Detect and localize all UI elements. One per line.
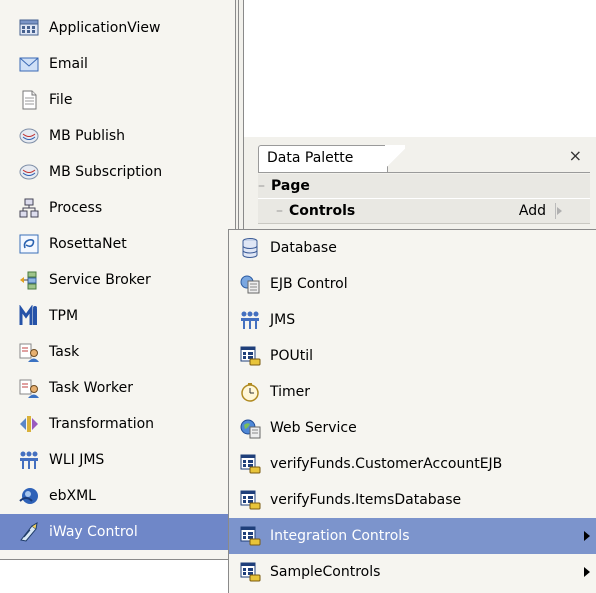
control-icon <box>239 561 261 583</box>
tab-notch <box>385 145 405 173</box>
submenu-arrow-icon <box>584 567 590 577</box>
menu-item-label: verifyFunds.CustomerAccountEJB <box>270 456 503 472</box>
tree-collapse-icon: – <box>258 178 265 194</box>
tree-node-page[interactable]: – Page <box>258 174 590 198</box>
menu-item-mb-subscription[interactable]: MB Subscription <box>0 154 235 190</box>
menu-item-label: POUtil <box>270 348 313 364</box>
database-icon <box>239 237 261 259</box>
web-service-icon <box>239 417 261 439</box>
add-separator <box>555 203 556 219</box>
menu-item-tpm[interactable]: TPM <box>0 298 235 334</box>
menu-item-task[interactable]: Task <box>0 334 235 370</box>
tab-data-palette[interactable]: Data Palette <box>258 145 388 172</box>
process-icon <box>18 197 40 219</box>
menu-item-label: MB Subscription <box>49 164 163 180</box>
menu-item-web-service[interactable]: Web Service <box>229 410 596 446</box>
menu-item-label: MB Publish <box>49 128 126 144</box>
task-worker-icon <box>18 377 40 399</box>
menu-item-ebxml[interactable]: ebXML <box>0 478 235 514</box>
menu-item-label: WLI JMS <box>49 452 105 468</box>
menu-item-integration-controls[interactable]: Integration Controls <box>229 518 596 554</box>
menu-item-label: TPM <box>49 308 79 324</box>
menu-item-label: Process <box>49 200 103 216</box>
menu-item-label: ebXML <box>49 488 96 504</box>
menu-item-label: Integration Controls <box>270 528 410 544</box>
rosettanet-icon <box>18 233 40 255</box>
control-icon <box>239 489 261 511</box>
menu-item-label: Email <box>49 56 88 72</box>
jms-icon <box>239 309 261 331</box>
menu-item-items-database[interactable]: verifyFunds.ItemsDatabase <box>229 482 596 518</box>
menu-item-label: Task Worker <box>49 380 133 396</box>
mb-publish-icon <box>18 125 40 147</box>
data-palette-panel: Data Palette × – Page – Controls Add <box>244 137 596 229</box>
menu-item-poutil[interactable]: POUtil <box>229 338 596 374</box>
wli-jms-icon <box>18 449 40 471</box>
tree-collapse-icon: – <box>276 203 283 219</box>
iway-control-icon <box>18 521 40 543</box>
menu-item-customer-account-ejb[interactable]: verifyFunds.CustomerAccountEJB <box>229 446 596 482</box>
menu-item-label: Web Service <box>270 420 357 436</box>
menu-item-label: Task <box>49 344 80 360</box>
menu-item-iway-control[interactable]: iWay Control <box>0 514 235 550</box>
menu-item-label: EJB Control <box>270 276 348 292</box>
service-broker-icon <box>18 269 40 291</box>
menu-item-label: JMS <box>270 312 296 328</box>
menu-item-label: File <box>49 92 73 108</box>
control-icon <box>239 453 261 475</box>
menu-item-task-worker[interactable]: Task Worker <box>0 370 235 406</box>
add-control-menu: Database EJB Control JMS POUtil Timer We… <box>228 229 596 593</box>
tree-node-controls[interactable]: – Controls Add <box>258 198 590 224</box>
menu-item-label: ApplicationView <box>49 20 161 36</box>
mb-subscription-icon <box>18 161 40 183</box>
menu-item-wli-jms[interactable]: WLI JMS <box>0 442 235 478</box>
menu-item-rosettanet[interactable]: RosettaNet <box>0 226 235 262</box>
menu-item-email[interactable]: Email <box>0 46 235 82</box>
menu-item-mb-publish[interactable]: MB Publish <box>0 118 235 154</box>
menu-item-database[interactable]: Database <box>229 230 596 266</box>
file-icon <box>18 89 40 111</box>
menu-item-label: SampleControls <box>270 564 381 580</box>
menu-item-transformation[interactable]: Transformation <box>0 406 235 442</box>
menu-item-label: verifyFunds.ItemsDatabase <box>270 492 462 508</box>
menu-item-label: Database <box>270 240 337 256</box>
control-icon <box>239 525 261 547</box>
menu-item-process[interactable]: Process <box>0 190 235 226</box>
tpm-icon <box>18 304 40 327</box>
left-context-menu: ApplicationView Email File MB Publish MB… <box>0 0 236 560</box>
control-icon <box>239 345 261 367</box>
menu-item-label: Service Broker <box>49 272 151 288</box>
menu-item-label: iWay Control <box>49 524 138 540</box>
task-icon <box>18 341 40 363</box>
ebxml-icon <box>18 485 40 507</box>
add-button[interactable]: Add <box>519 203 546 219</box>
application-view-icon <box>18 17 40 39</box>
tree-node-label: Page <box>271 178 310 194</box>
menu-item-sample-controls[interactable]: SampleControls <box>229 554 596 590</box>
transformation-icon <box>18 413 40 435</box>
tab-divider <box>258 172 590 173</box>
menu-item-ejb-control[interactable]: EJB Control <box>229 266 596 302</box>
palette-tab-bar: Data Palette × <box>244 137 596 173</box>
ejb-control-icon <box>239 273 261 295</box>
menu-item-file[interactable]: File <box>0 82 235 118</box>
email-icon <box>18 53 40 75</box>
menu-item-label: RosettaNet <box>49 236 127 252</box>
chevron-right-icon[interactable] <box>557 207 562 215</box>
timer-icon <box>239 381 261 403</box>
menu-item-timer[interactable]: Timer <box>229 374 596 410</box>
close-icon[interactable]: × <box>569 146 582 166</box>
menu-item-service-broker[interactable]: Service Broker <box>0 262 235 298</box>
tree-node-label: Controls <box>289 203 356 219</box>
menu-item-label: Transformation <box>49 416 155 432</box>
submenu-arrow-icon <box>584 531 590 541</box>
menu-item-label: Timer <box>270 384 311 400</box>
menu-item-jms[interactable]: JMS <box>229 302 596 338</box>
menu-item-applicationview[interactable]: ApplicationView <box>0 10 235 46</box>
